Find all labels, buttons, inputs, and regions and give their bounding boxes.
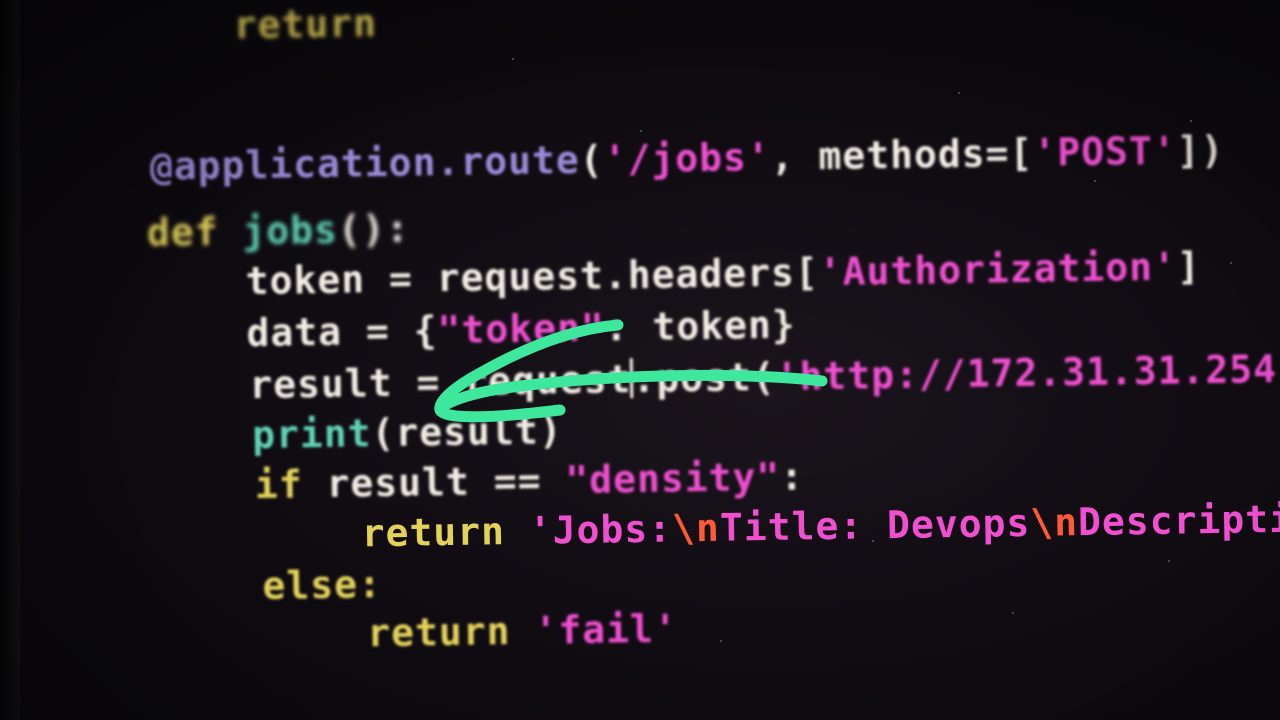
dust-speck [872,540,874,542]
dust-speck [1012,612,1014,614]
newline-escape: \n [1029,500,1079,545]
dust-speck [720,640,722,642]
close-token: ]) [1176,127,1225,173]
jobs-string-part-2: Title: Devops [719,500,1031,550]
return-keyword: return [233,1,378,48]
bracket-close: ] [1176,244,1202,289]
authorization-string: 'Authorization' [818,244,1178,295]
return-keyword: return [361,508,530,556]
monitor-screen: return @application.route('/jobs', metho… [0,0,1280,720]
jobs-string-part-1: 'Jobs: [528,506,673,553]
code-line-partial-top: return [90,0,378,85]
post-call: .post( [632,354,776,402]
code-line-return-fail: return 'fail' [223,571,678,692]
route-string: '/jobs' [603,134,772,182]
dust-speck [958,92,960,94]
jobs-string-part-3: Description: 2 [1077,495,1280,545]
method-string: 'POST' [1032,128,1177,175]
fail-string: 'fail' [534,606,679,653]
dust-speck [1168,560,1170,562]
dust-speck [640,130,642,132]
dust-speck [1094,180,1096,182]
url-string: 'http://172.31.31.254:500 [775,345,1280,399]
newline-escape: \n [671,505,721,551]
paren-open-token: ( [579,137,604,182]
return-keyword: return [366,608,535,656]
dust-speck [1190,120,1192,122]
dust-speck [512,58,514,60]
methods-arg-token: , methods=[ [770,130,1034,179]
dust-speck [1230,262,1232,264]
code-editor[interactable]: return @application.route('/jobs', metho… [0,0,1280,720]
